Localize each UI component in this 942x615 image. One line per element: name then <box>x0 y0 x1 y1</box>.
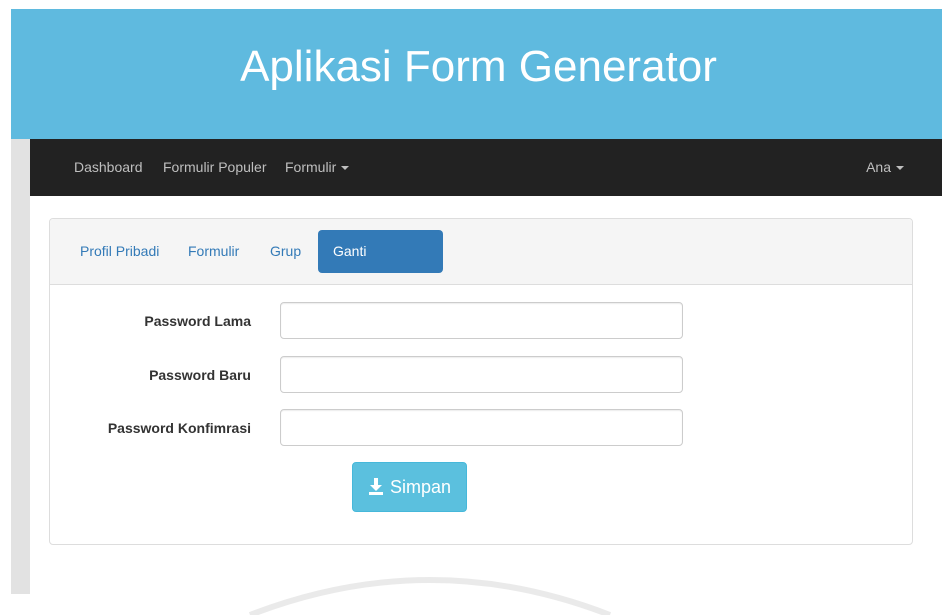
old-password-label: Password Lama <box>144 313 251 329</box>
new-password-input[interactable] <box>280 356 683 393</box>
tab-profil-pribadi[interactable]: Profil Pribadi <box>65 230 174 273</box>
user-menu-dropdown[interactable]: Ana <box>866 159 904 175</box>
user-name: Ana <box>866 159 891 175</box>
nav-item-formulir-dropdown[interactable]: Formulir <box>285 159 350 175</box>
tab-ganti-password[interactable]: Ganti Password <box>318 230 443 302</box>
download-icon <box>368 478 383 495</box>
app-title: Aplikasi Form Generator <box>240 42 717 91</box>
save-button-label: Simpan <box>389 476 452 497</box>
old-password-input[interactable] <box>280 302 683 339</box>
nav-item-formulir-label: Formulir <box>285 159 337 175</box>
nav-item-dashboard[interactable]: Dashboard <box>74 159 143 175</box>
caret-down-icon <box>896 166 904 171</box>
confirm-password-input[interactable] <box>280 409 683 446</box>
top-navbar: Dashboard Formulir Populer Formulir Ana <box>30 139 942 196</box>
confirm-password-label: Password Konfimrasi <box>107 420 251 436</box>
new-password-label: Password Baru <box>149 367 251 383</box>
save-button[interactable]: Simpan <box>352 462 467 512</box>
nav-item-formulir-populer[interactable]: Formulir Populer <box>163 159 266 175</box>
panel-tabs: Profil Pribadi Formulir Grup Ganti Passw… <box>50 219 912 302</box>
tab-formulir[interactable]: Formulir <box>173 230 254 273</box>
caret-down-icon <box>341 166 350 171</box>
app-header: Aplikasi Form Generator <box>11 9 942 139</box>
tab-grup[interactable]: Grup <box>255 230 316 273</box>
